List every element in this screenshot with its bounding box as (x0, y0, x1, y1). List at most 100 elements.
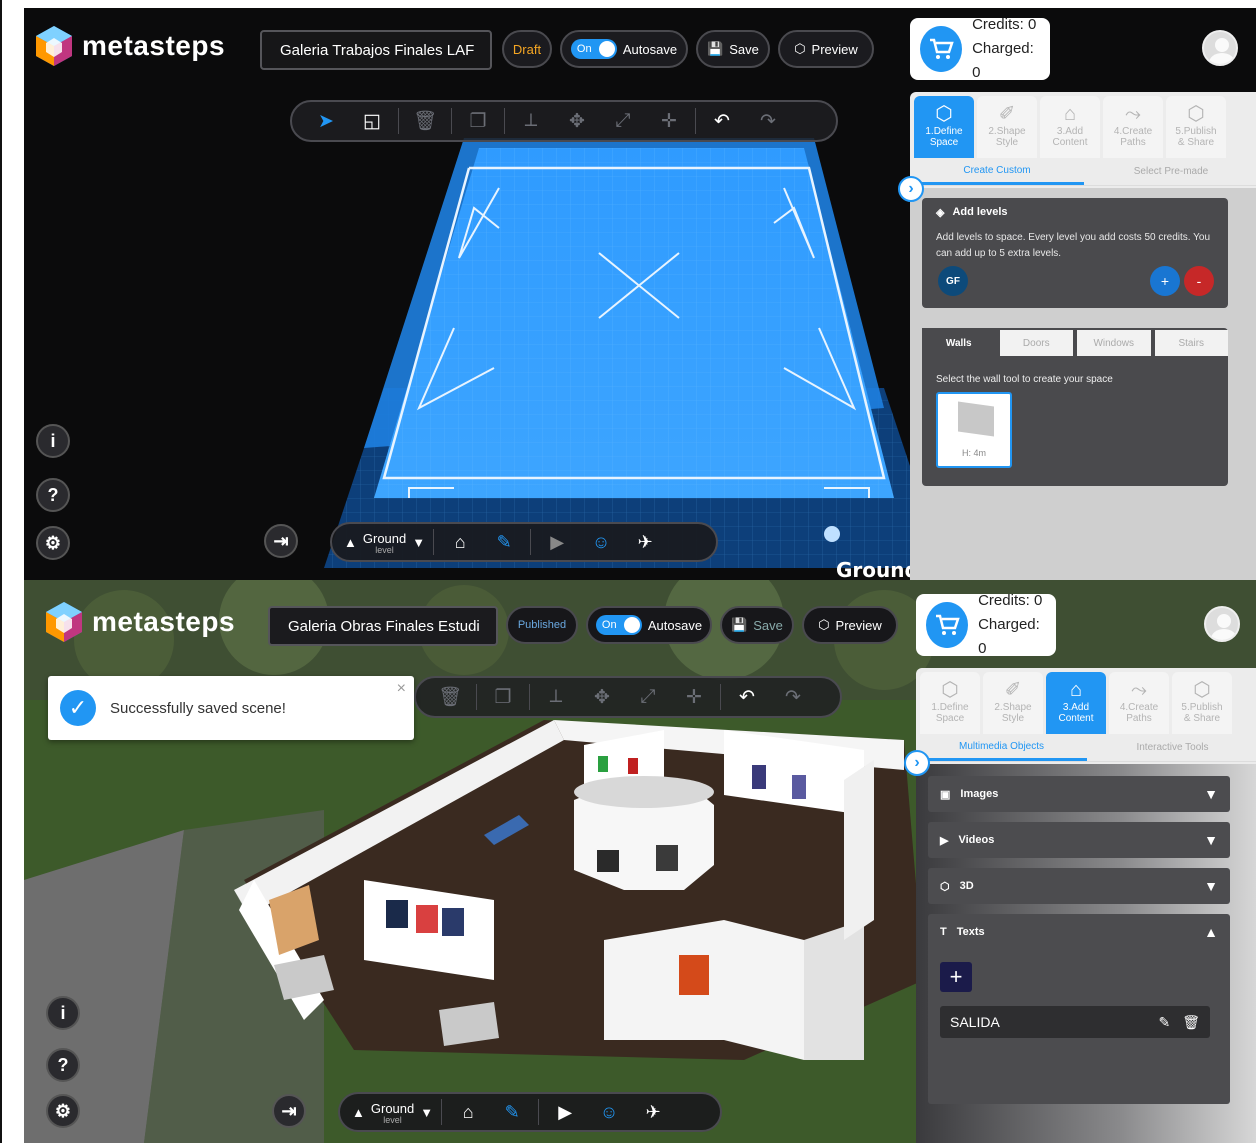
tab-create-custom[interactable]: Create Custom (910, 158, 1084, 185)
autosave-toggle[interactable]: On Autosave (560, 30, 688, 68)
info-icon[interactable]: i (46, 996, 80, 1030)
scene-title-field[interactable]: Galeria Trabajos Finales LAF (260, 30, 492, 70)
cart-icon[interactable] (926, 602, 969, 648)
undo-icon[interactable]: ↶ (727, 682, 767, 712)
exit-icon[interactable]: ⇥ (264, 524, 298, 558)
tab-select-premade[interactable]: Select Pre-made (1084, 158, 1256, 185)
step-define-space[interactable]: ⬡ 1.Define Space (914, 96, 974, 158)
pencil-icon[interactable]: ✎ (1158, 1014, 1170, 1031)
accordion-videos[interactable]: ▶ Videos ▼ (928, 822, 1230, 858)
wall-height-label: H: 4m (961, 448, 986, 458)
level-down-icon[interactable]: ▼ (412, 535, 425, 550)
save-button[interactable]: 💾 Save (720, 606, 794, 644)
save-button[interactable]: 💾 Save (696, 30, 770, 68)
edit-3d-icon[interactable]: ✎ (486, 532, 522, 553)
tab-windows[interactable]: Windows (1077, 330, 1151, 356)
settings-gear-icon[interactable]: ⚙ (46, 1094, 80, 1128)
step-create-paths[interactable]: ⤳ 4.Create Paths (1103, 96, 1163, 158)
step-publish-share[interactable]: ⬡ 5.Publish & Share (1166, 96, 1226, 158)
tab-stairs[interactable]: Stairs (1154, 330, 1228, 356)
step-add-content[interactable]: ⌂ 3.Add Content (1046, 672, 1106, 734)
step-label: Paths (1126, 713, 1152, 724)
toggle-switch[interactable]: On (570, 39, 617, 59)
trash-icon[interactable]: 🗑 (405, 106, 445, 136)
scene-title-field[interactable]: Galeria Obras Finales Estudi (268, 606, 498, 646)
cube-icon: ⬡ (935, 103, 953, 125)
help-icon[interactable]: ? (46, 1048, 80, 1082)
step-label: 5.Publish (1175, 126, 1217, 137)
redo-icon[interactable]: ↷ (773, 682, 813, 712)
duplicate-icon[interactable]: ❐ (458, 106, 498, 136)
drone-icon[interactable]: ✈ (627, 532, 663, 553)
accordion-3d[interactable]: ⬡ 3D ▼ (928, 868, 1230, 904)
house-icon[interactable]: ⌂ (450, 1102, 486, 1123)
avatar[interactable] (1204, 606, 1240, 642)
level-up-icon[interactable]: ▲ (352, 1105, 365, 1120)
level-badge[interactable]: GF (938, 266, 968, 296)
camera-icon[interactable]: ▶ (539, 532, 575, 553)
select-arrow-icon[interactable]: ➤ (306, 106, 346, 136)
scale-icon[interactable]: ⤢ (603, 106, 643, 136)
add-level-button[interactable]: + (1150, 266, 1180, 296)
side-body: ▣ Images ▼ ▶ Videos ▼ ⬡ 3D ▼ T Texts ▲ + SALIDA … (916, 764, 1256, 1143)
tab-doors[interactable]: Doors (999, 330, 1073, 356)
redo-icon[interactable]: ↷ (748, 106, 788, 136)
tab-interactive-tools[interactable]: Interactive Tools (1087, 734, 1256, 761)
trash-icon[interactable]: 🗑 (1182, 1014, 1200, 1031)
tab-multimedia-objects[interactable]: Multimedia Objects (916, 734, 1087, 761)
toast-close-icon[interactable]: × (397, 680, 406, 698)
cart-icon[interactable] (920, 26, 963, 72)
avatar-view-icon[interactable]: ☺ (591, 1102, 627, 1123)
step-shape-style[interactable]: ✐ 2.Shape Style (977, 96, 1037, 158)
text-item-row[interactable]: SALIDA ✎ 🗑 (940, 1006, 1210, 1038)
toolbar-separator (695, 108, 696, 134)
collapse-panel-icon[interactable]: › (904, 750, 930, 776)
accordion-texts[interactable]: T Texts ▲ (928, 914, 1230, 950)
level-selector[interactable]: ▲ Ground level ▼ (344, 531, 425, 555)
house-icon[interactable]: ⌂ (442, 532, 478, 553)
credits-box: Credits: 0 Charged: 0 (910, 16, 1050, 81)
step-label: Style (1001, 713, 1025, 724)
step-define-space[interactable]: ⬡ 1.Define Space (920, 672, 980, 734)
drone-icon[interactable]: ✈ (635, 1102, 671, 1123)
avatar[interactable] (1202, 30, 1238, 66)
move-icon[interactable]: ✥ (582, 682, 622, 712)
undo-icon[interactable]: ↶ (702, 106, 742, 136)
texts-section: T Texts ▲ + SALIDA ✎ 🗑 (928, 914, 1230, 1104)
info-icon[interactable]: i (36, 424, 70, 458)
settings-gear-icon[interactable]: ⚙ (36, 526, 70, 560)
caret-down-icon: ▼ (1204, 878, 1218, 894)
rotate-icon[interactable]: ✛ (674, 682, 714, 712)
step-add-content[interactable]: ⌂ 3.Add Content (1040, 96, 1100, 158)
axis-icon[interactable]: ⟂ (536, 682, 576, 712)
step-create-paths[interactable]: ⤳ 4.Create Paths (1109, 672, 1169, 734)
add-text-button[interactable]: + (940, 962, 972, 992)
step-publish-share[interactable]: ⬡ 5.Publish & Share (1172, 672, 1232, 734)
scale-icon[interactable]: ⤢ (628, 682, 668, 712)
tab-walls[interactable]: Walls (922, 328, 996, 358)
autosave-toggle[interactable]: On Autosave (586, 606, 712, 644)
rotate-icon[interactable]: ✛ (649, 106, 689, 136)
help-icon[interactable]: ? (36, 478, 70, 512)
preview-button[interactable]: ⬡ Preview (802, 606, 898, 644)
preview-button[interactable]: ⬡ Preview (778, 30, 874, 68)
trash-icon[interactable]: 🗑 (430, 682, 470, 712)
accordion-images[interactable]: ▣ Images ▼ (928, 776, 1230, 812)
avatar-view-icon[interactable]: ☺ (583, 532, 619, 553)
axis-icon[interactable]: ⟂ (511, 106, 551, 136)
level-up-icon[interactable]: ▲ (344, 535, 357, 550)
wall-tool-card[interactable]: H: 4m (936, 392, 1012, 468)
draw-wall-icon[interactable]: ◱ (352, 106, 392, 136)
duplicate-icon[interactable]: ❐ (483, 682, 523, 712)
edit-3d-icon[interactable]: ✎ (494, 1102, 530, 1123)
toggle-switch[interactable]: On (595, 615, 642, 635)
level-selector[interactable]: ▲ Ground level ▼ (352, 1101, 433, 1125)
step-shape-style[interactable]: ✐ 2.Shape Style (983, 672, 1043, 734)
remove-level-button[interactable]: - (1184, 266, 1214, 296)
level-down-icon[interactable]: ▼ (420, 1105, 433, 1120)
collapse-panel-icon[interactable]: › (898, 176, 924, 202)
camera-icon[interactable]: ▶ (547, 1102, 583, 1123)
move-icon[interactable]: ✥ (557, 106, 597, 136)
wall-tabs: Walls Doors Windows Stairs (922, 328, 1228, 358)
exit-icon[interactable]: ⇥ (272, 1094, 306, 1128)
